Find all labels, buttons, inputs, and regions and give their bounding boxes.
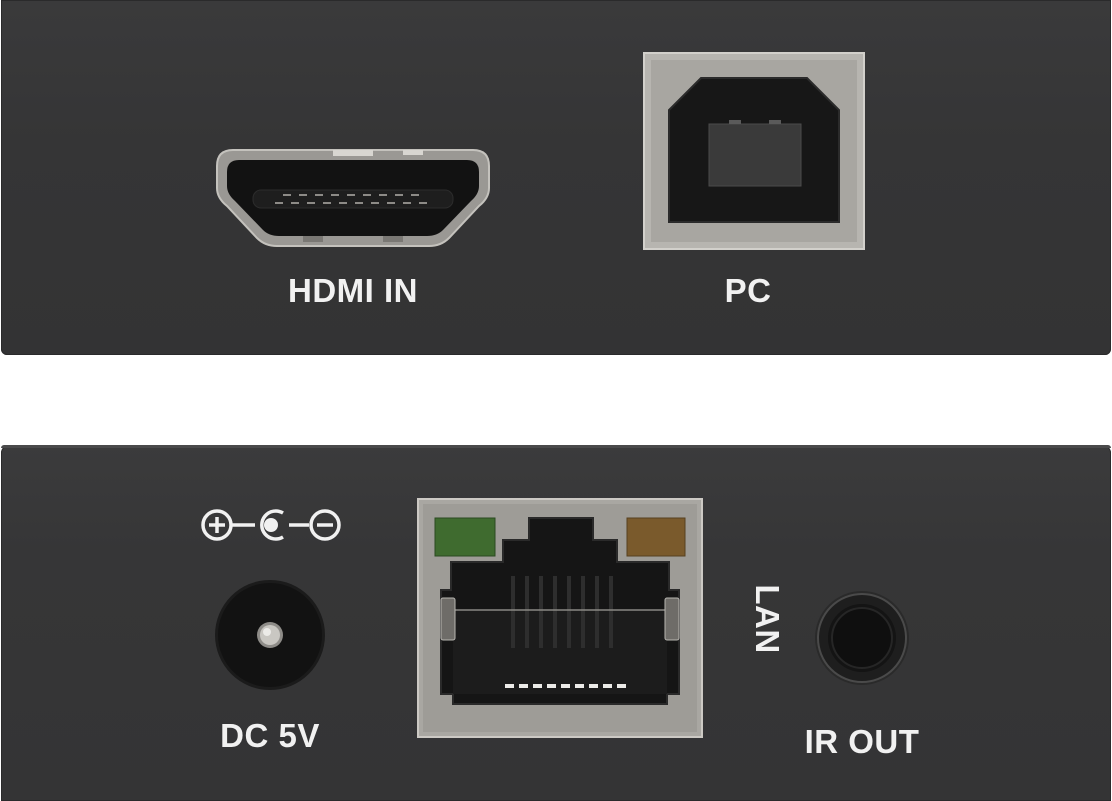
hdmi-in-port[interactable] bbox=[213, 146, 493, 250]
dc-5v-label: DC 5V bbox=[220, 717, 320, 754]
lan-label: LAN bbox=[749, 584, 786, 654]
polarity-symbol-icon bbox=[199, 505, 345, 545]
top-device-panel: HDMI IN PC bbox=[1, 0, 1111, 355]
lan-rj45-port[interactable] bbox=[417, 498, 703, 738]
dc-5v-jack[interactable] bbox=[214, 579, 326, 691]
pc-label: PC bbox=[724, 272, 772, 309]
bottom-device-panel: DC 5V LAN IR OUT bbox=[1, 445, 1111, 801]
lan-led-amber bbox=[626, 517, 686, 557]
lan-led-green bbox=[434, 517, 496, 557]
hdmi-in-label: HDMI IN bbox=[288, 272, 418, 309]
ir-out-jack[interactable] bbox=[814, 590, 910, 686]
usb-b-pc-port[interactable] bbox=[643, 52, 865, 250]
ir-out-label: IR OUT bbox=[804, 723, 920, 760]
